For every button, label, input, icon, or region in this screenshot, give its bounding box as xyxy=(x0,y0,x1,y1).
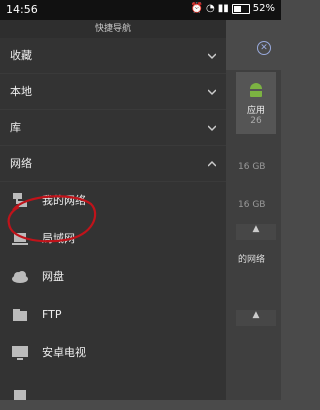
device-icon xyxy=(14,390,26,400)
signal-icon: ▮▮ xyxy=(217,3,229,14)
drawer-title: 快捷导航 xyxy=(0,20,226,38)
nav-item-cloud-drive[interactable]: 网盘 xyxy=(0,258,226,296)
nav-item-partial[interactable] xyxy=(0,372,226,410)
status-time: 14:56 xyxy=(6,3,38,16)
nav-item-my-network[interactable]: 我的网络 xyxy=(0,182,226,220)
storage-size-2: 16 GB xyxy=(238,200,266,210)
chevron-down-icon xyxy=(208,89,216,96)
category-label: 网络 xyxy=(10,157,32,170)
category-label: 库 xyxy=(10,121,21,134)
nav-item-label: 网盘 xyxy=(42,270,64,283)
laptop-icon xyxy=(12,233,28,245)
chevron-up-icon xyxy=(208,160,216,167)
alarm-icon: ⏰ xyxy=(190,3,204,14)
nav-item-android-tv[interactable]: 安卓电视 xyxy=(0,334,226,372)
android-icon xyxy=(236,82,276,103)
close-icon[interactable]: ✕ xyxy=(257,41,271,55)
battery-percent: 52% xyxy=(252,3,275,14)
category-local[interactable]: 本地 xyxy=(0,74,226,110)
collapse-button-1[interactable]: ▲ xyxy=(236,224,276,240)
app-card-label: 应用 xyxy=(246,106,265,116)
storage-size-1: 16 GB xyxy=(238,162,266,172)
cloud-icon xyxy=(12,271,28,283)
folder-icon xyxy=(13,309,27,321)
category-network[interactable]: 网络 xyxy=(0,146,226,182)
collapse-button-2[interactable]: ▲ xyxy=(236,310,276,326)
nav-item-label: FTP xyxy=(42,308,62,321)
wifi-icon: ◔ xyxy=(206,3,215,14)
quick-nav-drawer: 快捷导航 收藏 本地 库 网络 我的网络 局域网 网盘 FTP 安卓电视 xyxy=(0,20,226,400)
category-label: 本地 xyxy=(10,85,32,98)
category-favorites[interactable]: 收藏 xyxy=(0,38,226,74)
category-label: 收藏 xyxy=(10,49,32,62)
chevron-down-icon xyxy=(208,53,216,60)
nav-item-ftp[interactable]: FTP xyxy=(0,296,226,334)
app-category-card[interactable]: 应用 26 xyxy=(236,72,276,134)
nav-item-label: 安卓电视 xyxy=(42,346,86,359)
chevron-down-icon xyxy=(208,125,216,132)
app-card-count: 26 xyxy=(250,116,262,126)
tv-icon xyxy=(12,346,28,360)
status-icons: ⏰ ◔ ▮▮ 52% xyxy=(191,3,275,14)
my-network-icon xyxy=(13,193,27,207)
category-library[interactable]: 库 xyxy=(0,110,226,146)
partial-label: 的网络 xyxy=(238,255,266,265)
nav-item-label: 我的网络 xyxy=(42,194,86,207)
status-bar: 14:56 ⏰ ◔ ▮▮ 52% xyxy=(0,0,281,20)
battery-icon xyxy=(231,3,250,14)
nav-item-lan[interactable]: 局域网 xyxy=(0,220,226,258)
nav-item-label: 局域网 xyxy=(42,232,75,245)
